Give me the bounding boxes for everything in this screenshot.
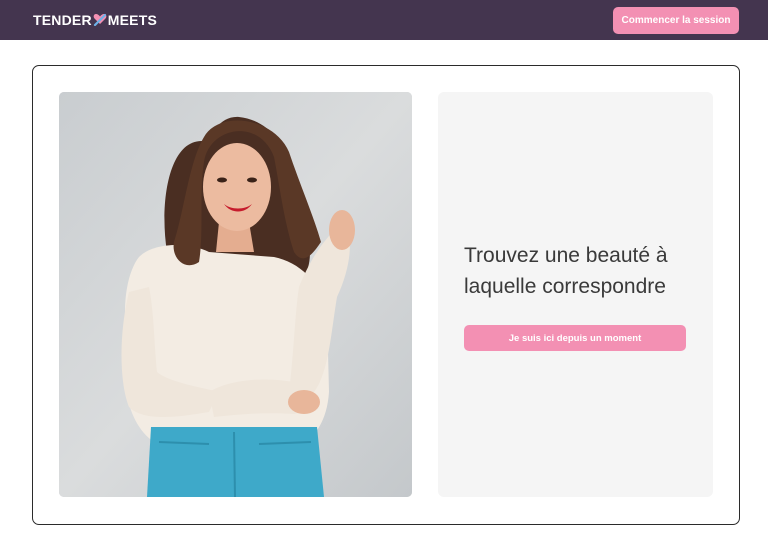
- logo-text-right: MEETS: [107, 12, 157, 28]
- hero-headline: Trouvez une beauté à laquelle correspond…: [464, 244, 668, 298]
- top-navbar: TENDER MEETS Commencer la session: [0, 0, 768, 40]
- heart-check-icon: [93, 12, 107, 27]
- existing-member-button[interactable]: Je suis ici depuis un moment: [464, 325, 686, 351]
- woman-portrait-photo: [59, 92, 412, 497]
- logo[interactable]: TENDER MEETS: [33, 11, 157, 29]
- logo-text-left: TENDER: [33, 12, 92, 28]
- login-button[interactable]: Commencer la session: [613, 7, 739, 34]
